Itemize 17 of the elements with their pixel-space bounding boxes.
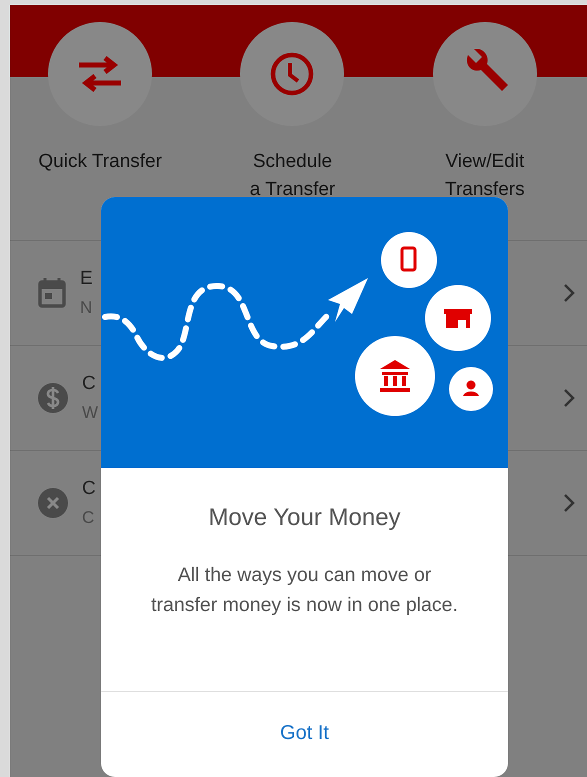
cancel-icon xyxy=(38,488,68,518)
transfer-arrows-icon xyxy=(77,56,124,92)
row-title: E xyxy=(80,268,93,290)
chevron-icon[interactable] xyxy=(563,283,575,303)
chevron-icon[interactable] xyxy=(563,388,575,408)
calendar-icon xyxy=(38,278,66,308)
clock-icon xyxy=(269,51,316,97)
action-label: View/Edit Transfers xyxy=(445,150,525,202)
row-title: C xyxy=(82,478,96,500)
dialog-message: All the ways you can move or transfer money is now in one place. xyxy=(150,563,459,618)
action-label: Schedule a Transfer xyxy=(250,150,336,202)
dollar-icon xyxy=(38,383,68,413)
chevron-icon[interactable] xyxy=(563,493,575,513)
row-title: C xyxy=(82,373,97,395)
action-label: Quick Transfer xyxy=(38,150,162,174)
got-it-button[interactable]: Got It xyxy=(272,718,337,749)
dialog-title: Move Your Money xyxy=(207,504,402,532)
